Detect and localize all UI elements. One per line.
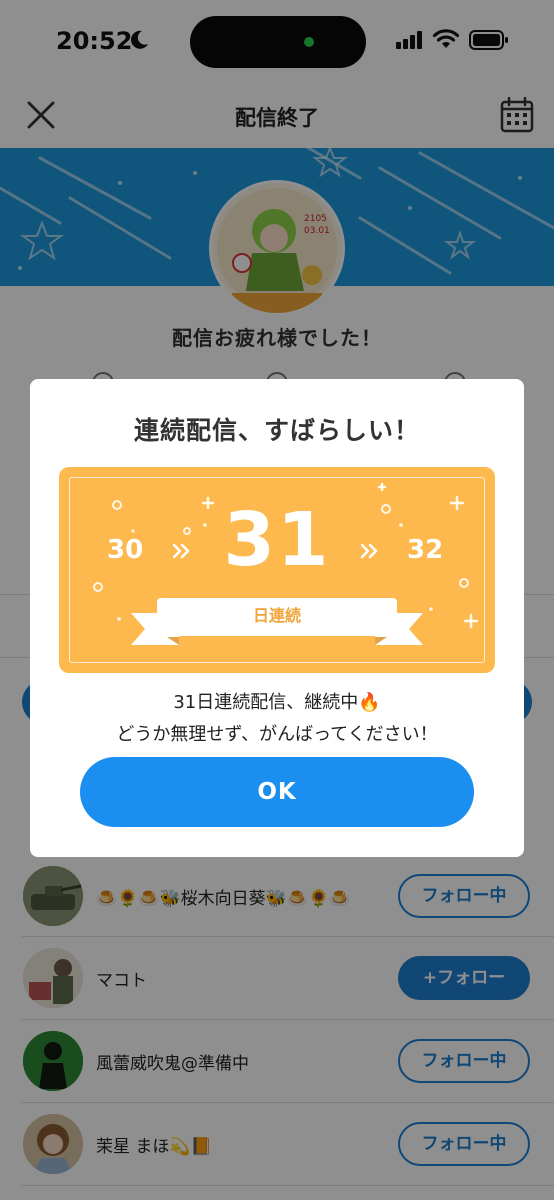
streak-encouragement: どうか無理せず、がんばってください！ (116, 724, 438, 745)
ok-button[interactable]: OK (80, 757, 474, 827)
streak-modal: 連続配信、すばらしい！ 30 31 32 日連続 31日連続配信、継続中🔥 どう… (30, 379, 524, 857)
modal-title: 連続配信、すばらしい！ (133, 416, 420, 445)
fast-forward-icon (361, 543, 378, 559)
streak-next: 32 (407, 535, 444, 565)
streak-message: 31日連続配信、継続中🔥 (173, 692, 381, 713)
streak-ticket: 30 31 32 日連続 (59, 467, 495, 673)
streak-unit-label: 日連続 (252, 606, 301, 625)
